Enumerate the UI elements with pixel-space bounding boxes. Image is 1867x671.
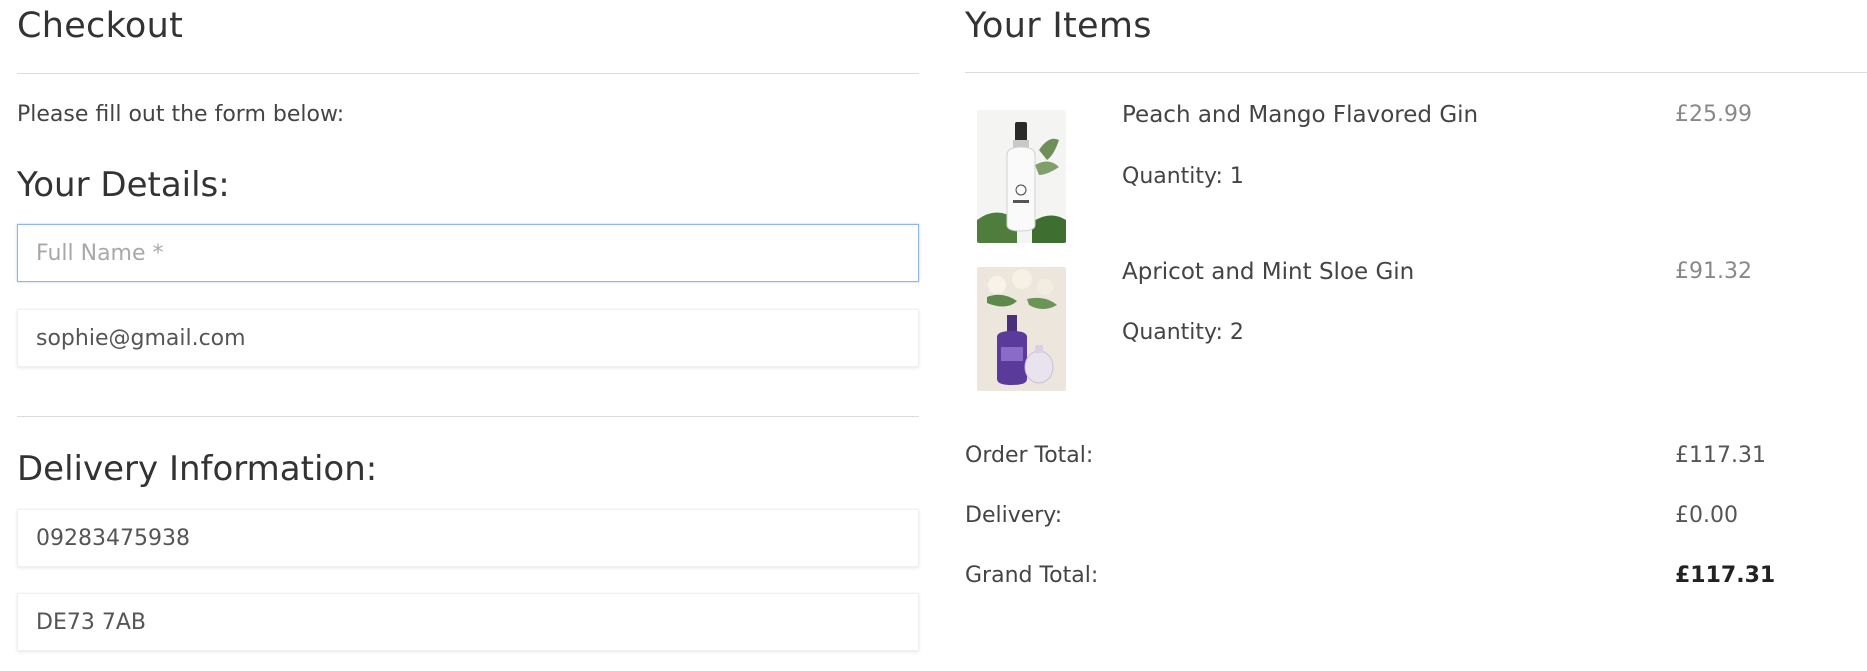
item-name: Apricot and Mint Sloe Gin: [1122, 259, 1415, 285]
item-name: Peach and Mango Flavored Gin: [1122, 102, 1479, 128]
details-divider: [17, 416, 919, 417]
checkout-title: Checkout: [17, 6, 184, 46]
delivery-information-heading: Delivery Information:: [17, 449, 378, 489]
item-quantity: Quantity: 2: [1122, 320, 1244, 345]
item-price: £91.32: [1675, 259, 1752, 284]
your-details-heading: Your Details:: [17, 165, 230, 205]
your-items-title: Your Items: [965, 6, 1152, 46]
form-intro-text: Please fill out the form below:: [17, 102, 345, 127]
grand-total-value: £117.31: [1675, 563, 1776, 588]
items-title-divider: [965, 72, 1867, 73]
delivery-label: Delivery:: [965, 503, 1063, 528]
order-total-label: Order Total:: [965, 443, 1094, 468]
checkout-title-divider: [17, 73, 919, 74]
order-total-value: £117.31: [1675, 443, 1766, 468]
product-image-peach-mango-gin: [977, 110, 1066, 243]
delivery-value: £0.00: [1675, 503, 1738, 528]
item-quantity: Quantity: 1: [1122, 164, 1244, 189]
product-image-apricot-mint-gin: [977, 267, 1066, 391]
phone-field[interactable]: [17, 509, 919, 567]
postcode-field[interactable]: [17, 593, 919, 651]
grand-total-label: Grand Total:: [965, 563, 1099, 588]
full-name-input[interactable]: [17, 224, 919, 282]
item-price: £25.99: [1675, 102, 1752, 127]
email-field[interactable]: [17, 309, 919, 367]
